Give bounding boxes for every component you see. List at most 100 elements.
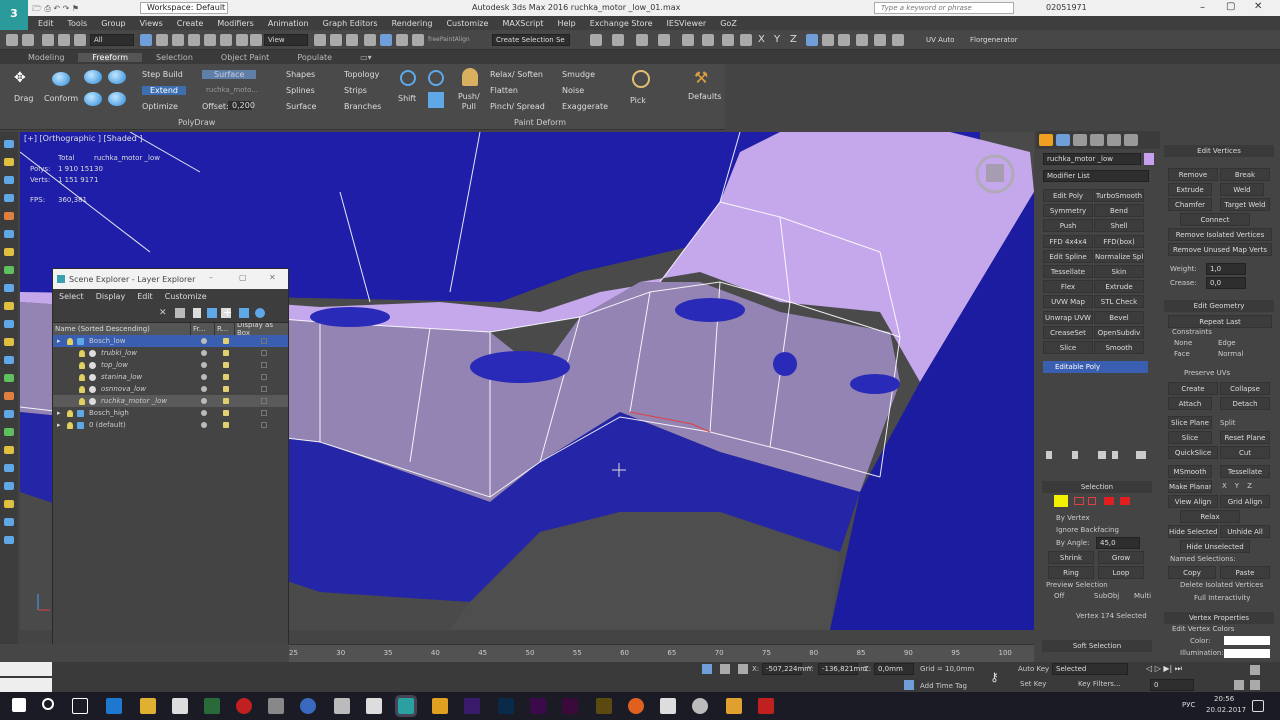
app-icon-3[interactable]	[268, 698, 284, 714]
modifier-button-ffd-4x4x4[interactable]: FFD 4x4x4	[1043, 234, 1093, 248]
drag-icon[interactable]: ✥	[14, 70, 32, 90]
layer-row-name[interactable]: ruchka_motor _low	[101, 397, 167, 405]
uv-auto-button[interactable]: UV Auto	[926, 36, 954, 44]
menu-item-graph-editors[interactable]: Graph Editors	[317, 19, 384, 28]
visibility-bulb-icon[interactable]	[67, 409, 73, 417]
col-display-as-box[interactable]: Display as Box	[235, 321, 287, 337]
strip-icon-8[interactable]	[4, 266, 14, 274]
pick-button[interactable]: Pick	[630, 96, 646, 105]
modifier-button-edit-poly[interactable]: Edit Poly	[1043, 189, 1093, 202]
app-icon-2[interactable]	[236, 698, 252, 714]
set-key-button[interactable]: Set Key	[1020, 680, 1046, 688]
create-button[interactable]: Create	[1168, 382, 1218, 395]
menu-item-goz[interactable]: GoZ	[714, 19, 743, 28]
axis-x[interactable]: X	[758, 34, 765, 45]
collapse-button[interactable]: Collapse	[1220, 382, 1270, 395]
scale-icon[interactable]	[236, 34, 248, 46]
strip-icon-11[interactable]	[4, 320, 14, 328]
expand-arrow-icon[interactable]: ▸	[57, 409, 61, 417]
edit-geometry-header[interactable]: Edit Geometry	[1164, 300, 1274, 312]
unlink-icon[interactable]	[58, 34, 70, 46]
weld-button[interactable]: Weld	[1220, 183, 1264, 196]
strip-icon-3[interactable]	[4, 176, 14, 184]
menu-item-maxscript[interactable]: MAXScript	[496, 19, 549, 28]
menu-item-views[interactable]: Views	[134, 19, 169, 28]
layer-row[interactable]: stanina_low	[53, 371, 288, 383]
menu-item-animation[interactable]: Animation	[262, 19, 315, 28]
polygon-mode-icon[interactable]	[1104, 497, 1114, 505]
strip-icon-18[interactable]	[4, 446, 14, 454]
modifier-button-bend[interactable]: Bend	[1094, 204, 1144, 218]
app-icon-8[interactable]	[660, 698, 676, 714]
tools-icon[interactable]	[838, 34, 850, 46]
layer-row-name[interactable]: Bosch_high	[89, 409, 129, 417]
pan-icon[interactable]	[1250, 680, 1260, 690]
link-icon[interactable]	[42, 34, 54, 46]
splines-button[interactable]: Splines	[286, 86, 315, 95]
paint-deform-group-label[interactable]: Paint Deform	[514, 118, 566, 127]
zoom-extents-icon[interactable]	[1250, 665, 1260, 675]
strip-icon-5[interactable]	[4, 212, 14, 220]
display-as-box-toggle-icon[interactable]	[261, 374, 267, 380]
freeze-toggle-icon[interactable]	[201, 350, 207, 356]
strips-button[interactable]: Strips	[344, 86, 367, 95]
se-filter-icon[interactable]	[175, 308, 185, 318]
modifier-button-symmetry[interactable]: Symmetry	[1043, 204, 1093, 218]
app-logo[interactable]: 3	[0, 0, 28, 30]
encore-icon[interactable]	[562, 698, 578, 714]
selection-rollout-header[interactable]: Selection	[1042, 481, 1152, 493]
modifier-button-unwrap-uvw[interactable]: Unwrap UVW	[1043, 310, 1093, 324]
crease-field[interactable]: 0,0	[1206, 277, 1246, 289]
preserve-uvs-checkbox[interactable]: Preserve UVs	[1184, 369, 1230, 377]
polydraw-group-label[interactable]: PolyDraw	[178, 118, 215, 127]
weight-field[interactable]: 1,0	[1206, 263, 1246, 275]
target-weld-button[interactable]: Target Weld	[1220, 198, 1270, 211]
xy-plane-icon[interactable]	[806, 34, 818, 46]
modifier-button-uvw-map[interactable]: UVW Map	[1043, 295, 1093, 309]
object-color-swatch[interactable]	[1144, 153, 1154, 165]
paste-button[interactable]: Paste	[1220, 566, 1270, 579]
menu-item-iesviewer[interactable]: IESViewer	[661, 19, 713, 28]
edge-icon[interactable]	[106, 698, 122, 714]
quick-access-toolbar[interactable]: 🗁 ⎙ ↶ ↷ ⚑	[32, 3, 132, 13]
delete-isolated-checkbox[interactable]: Delete Isolated Vertices	[1180, 581, 1263, 589]
tray-time[interactable]: 20:56	[1214, 695, 1234, 703]
photoshop-icon[interactable]	[498, 698, 514, 714]
modifier-button-stl-check[interactable]: STL Check	[1094, 295, 1144, 309]
relax-button[interactable]: Relax	[1180, 510, 1240, 523]
extend-button[interactable]: Extend	[142, 86, 186, 95]
app-icon-4[interactable]	[300, 698, 316, 714]
viewport-label[interactable]: [+] [Orthographic ] [Shaded ]	[24, 134, 142, 143]
edge-mode-icon[interactable]	[1074, 497, 1084, 505]
strip-icon-12[interactable]	[4, 338, 14, 346]
strip-icon-20[interactable]	[4, 482, 14, 490]
scene-explorer-close[interactable]: ✕	[269, 273, 276, 282]
relax-soften-button[interactable]: Relax/ Soften	[490, 70, 543, 79]
vertex-mode-icon[interactable]	[1054, 495, 1068, 507]
grow-button[interactable]: Grow	[1098, 551, 1144, 564]
modifier-button-extrude[interactable]: Extrude	[1094, 280, 1144, 294]
select-by-name-icon[interactable]	[156, 34, 168, 46]
edit-vertices-header[interactable]: Edit Vertices	[1164, 145, 1274, 157]
menu-item-create[interactable]: Create	[171, 19, 210, 28]
strip-icon-2[interactable]	[4, 158, 14, 166]
layer-row[interactable]: osnnova_low	[53, 383, 288, 395]
window-crossing-icon[interactable]	[188, 34, 200, 46]
layer-row-name[interactable]: stanina_low	[101, 373, 142, 381]
app-icon-5[interactable]	[334, 698, 350, 714]
planar-z-button[interactable]: Z	[1247, 482, 1252, 492]
repeat-last-button[interactable]: Repeat Last	[1168, 315, 1272, 328]
shapes-button[interactable]: Shapes	[286, 70, 315, 79]
modifier-button-opensubdiv[interactable]: OpenSubdiv	[1094, 325, 1144, 339]
current-frame-field[interactable]: 0	[1150, 679, 1194, 691]
playback-controls[interactable]: ◁ ▷ ▶| ⏭	[1146, 664, 1256, 674]
layer-icon[interactable]	[636, 34, 648, 46]
display-as-box-toggle-icon[interactable]	[261, 398, 267, 404]
se-add-selected-icon[interactable]	[239, 308, 249, 318]
strip-icon-4[interactable]	[4, 194, 14, 202]
col-name[interactable]: Name (Sorted Descending)	[53, 323, 191, 335]
conform-relax-icon[interactable]	[84, 92, 102, 106]
menu-item-customize[interactable]: Customize	[440, 19, 494, 28]
se-menu-edit[interactable]: Edit	[137, 292, 153, 301]
render-toggle-icon[interactable]	[223, 374, 229, 380]
